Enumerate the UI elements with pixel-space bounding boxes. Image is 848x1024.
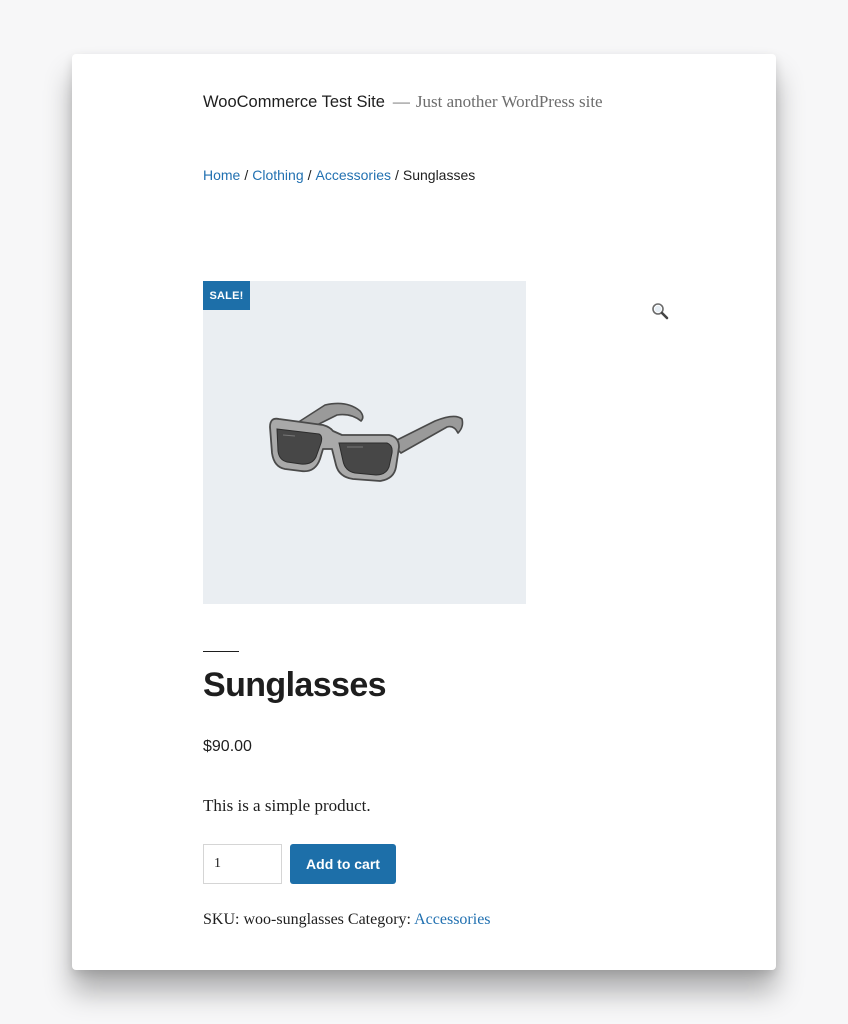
category-link[interactable]: Accessories [414,911,490,928]
site-tagline: Just another WordPress site [415,92,603,111]
sunglasses-image[interactable] [265,395,465,495]
site-header: WooCommerce Test Site — Just another WordP… [203,92,603,112]
sale-badge: SALE! [203,281,250,310]
breadcrumb: Home / Clothing / Accessories / Sunglasses [203,167,475,183]
category-label: Category: [347,911,411,928]
product-title: Sunglasses [203,666,387,704]
breadcrumb-clothing[interactable]: Clothing [252,167,303,183]
breadcrumb-home[interactable]: Home [203,167,240,183]
product-gallery[interactable]: SALE! [203,281,526,604]
add-to-cart-button[interactable]: Add to cart [290,844,396,884]
sku-label: SKU: [203,911,240,928]
breadcrumb-separator: / [307,167,312,183]
product-short-description: This is a simple product. [203,796,371,815]
magnifier-icon[interactable] [651,302,669,320]
breadcrumb-accessories[interactable]: Accessories [316,167,391,183]
product-meta: SKU: woo-sunglasses Category: Accessorie… [203,911,491,929]
title-divider [203,651,239,652]
site-title-separator: — [392,92,410,111]
browser-page: WooCommerce Test Site — Just another WordP… [72,54,776,970]
breadcrumb-separator: / [394,167,399,183]
breadcrumb-current: Sunglasses [402,167,476,183]
product-price: $90.00 [203,738,252,755]
breadcrumb-separator: / [244,167,249,183]
sku-value: woo-sunglasses [243,911,344,928]
quantity-input[interactable] [203,844,282,884]
site-title[interactable]: WooCommerce Test Site [203,93,385,111]
